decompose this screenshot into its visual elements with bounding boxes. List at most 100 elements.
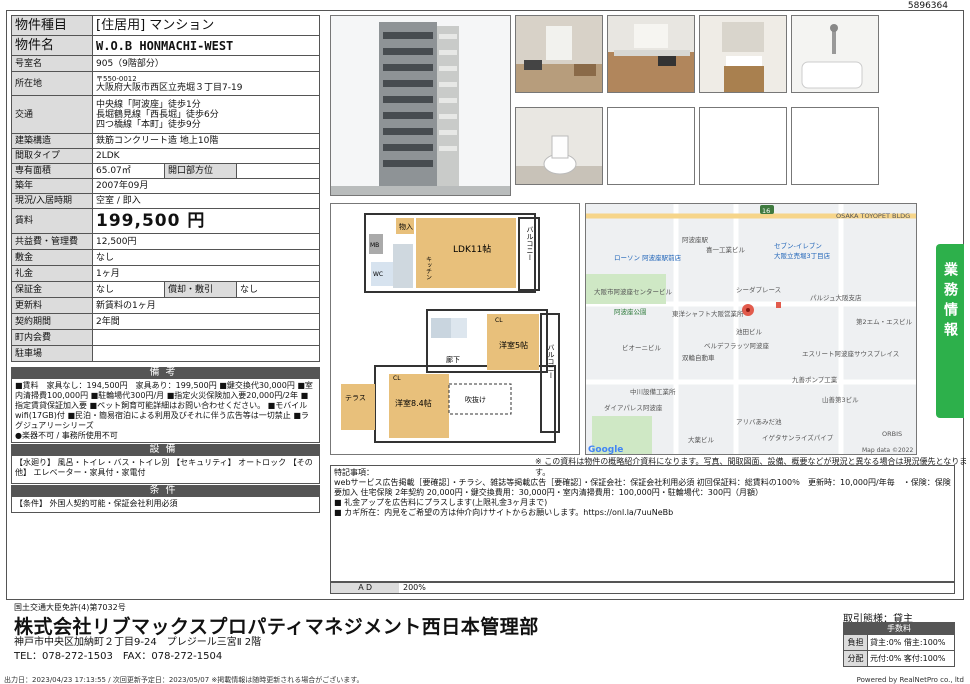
property-table: 物件種目 [住居用] マンション 物件名 W.O.B HONMACHI-WEST…: [11, 15, 320, 362]
side-tab-label: 業務情報: [942, 262, 958, 342]
label-type: 物件種目: [11, 15, 93, 36]
label-mgmt-fee: 共益費・管理費: [11, 233, 93, 250]
label-amortization: 償却・敷引: [164, 281, 237, 298]
map-attribution: Map data ©2022: [862, 447, 913, 454]
remarks-heading: 備考: [11, 367, 320, 379]
value-key-money: 1ヶ月: [92, 265, 320, 282]
remarks-body: ■賃料 家具なし：194,500円 家具あり：199,500円 ■鍵交換代30,…: [11, 379, 320, 443]
label-name: 物件名: [11, 35, 93, 56]
fp-label-kitchen: キッチン: [425, 256, 432, 280]
label-area: 専有面積: [11, 163, 93, 179]
value-mgmt-fee: 12,500円: [92, 233, 320, 250]
notes-title: 特記事項：: [334, 468, 374, 477]
map-label: 池田ビル: [736, 327, 763, 336]
map-google-logo: Google: [588, 445, 623, 455]
label-key-money: 礼金: [11, 265, 93, 282]
conditions-heading: 条件: [11, 485, 320, 497]
access-line: 中央線「阿波座」徒歩1分: [96, 99, 201, 110]
value-community-fee: [92, 329, 320, 346]
address-text: 大阪府大阪市西区立売堀３丁目7-19: [96, 82, 243, 93]
fp-label-ldk: LDK11帖: [453, 243, 491, 255]
equipment-heading: 設備: [11, 444, 320, 456]
conditions-body: 【条件】 外国人契約可能・保証会社利用必須: [11, 497, 320, 513]
label-address: 所在地: [11, 71, 93, 96]
map-label: アリバあみだ池: [736, 417, 782, 426]
map-label: イゲタサンライズパイプ: [762, 433, 834, 442]
ad-label: ＡＤ: [331, 583, 399, 593]
value-amortization: なし: [236, 281, 320, 298]
map-label: 大阪市阿波座センタービル: [594, 287, 673, 296]
floor-plan[interactable]: LDK11帖 バルコニー 物入 MB WC キッチン 洋室5帖 洋室8.4帖 テ…: [330, 203, 580, 455]
value-name: W.O.B HONMACHI-WEST: [92, 35, 320, 56]
fp-label-hall: 廊下: [446, 355, 460, 364]
label-deposit: 敷金: [11, 249, 93, 266]
special-notes: 特記事項： webサービス広告掲載［要確認］・チラシ、雑誌等掲載広告［要確認］・…: [330, 465, 955, 582]
label-structure: 建築構造: [11, 133, 93, 149]
fp-label-wc: WC: [373, 271, 383, 278]
map-label: 九善ポンプ工業: [792, 375, 838, 384]
map-label: 中川設備工業所: [630, 387, 676, 396]
value-layout: 2LDK: [92, 148, 320, 164]
value-built: 2007年09月: [92, 178, 320, 194]
company-phone: TEL：078-272-1503 FAX：078-272-1504: [14, 651, 223, 662]
label-parking: 駐車場: [11, 345, 93, 362]
map-label: ローソン 阿波座駅前店: [614, 253, 682, 262]
remarks-text-2: ●楽器不可 / 事務所使用不可: [15, 431, 118, 440]
location-map[interactable]: 16 阿波座駅 喜一工業ビル ローソン 阿波座駅前店 セブン-イレブン 大阪立売…: [585, 203, 917, 455]
value-access: 中央線「阿波座」徒歩1分 長堀鶴見線「西長堀」徒歩6分 四つ橋線「本町」徒歩9分: [92, 95, 320, 134]
map-label: 双輪自動車: [682, 353, 715, 362]
notes-line: ■ カギ所在：内見をご希望の方は仲介向けサイトからお願いします。https://…: [334, 508, 674, 517]
value-guarantee: なし: [92, 281, 165, 298]
map-label: パルジュ大阪支店: [810, 293, 862, 302]
ad-value: 200%: [403, 583, 426, 592]
label-built: 築年: [11, 178, 93, 194]
label-rent: 賃料: [11, 208, 93, 234]
photo-living-room[interactable]: [515, 15, 603, 93]
remarks-text: ■賃料 家具なし：194,500円 家具あり：199,500円 ■鍵交換代30,…: [15, 381, 313, 430]
photo-empty-2: [699, 107, 787, 185]
map-route-number: 16: [762, 207, 770, 215]
map-label: ORBIS: [882, 430, 902, 438]
fp-label-void: 吹抜け: [465, 395, 486, 404]
fp-label-balcony-1: バルコニー: [526, 226, 534, 261]
business-info-tab[interactable]: 業務情報: [936, 244, 964, 418]
photo-washroom[interactable]: [699, 15, 787, 93]
access-line: 四つ橋線「本町」徒歩9分: [96, 119, 201, 130]
commission-row-label: 分配: [843, 650, 868, 667]
value-type: [住居用] マンション: [92, 15, 320, 36]
photo-kitchen[interactable]: [607, 15, 695, 93]
value-contract: 2年間: [92, 313, 320, 330]
map-label: 大薬ビル: [688, 435, 715, 444]
label-layout: 間取タイプ: [11, 148, 93, 164]
map-label: エスリート阿波座サウスプレイス: [802, 349, 899, 358]
fp-label-storage: 物入: [399, 222, 413, 231]
label-guarantee: 保証金: [11, 281, 93, 298]
map-label: ベルデフラッツ阿波座: [704, 341, 770, 350]
photo-toilet[interactable]: [515, 107, 603, 185]
powered-by: Powered by RealNetPro co., ltd: [856, 676, 964, 684]
fp-label-balcony-2: バルコニー: [547, 344, 555, 379]
label-status: 現況/入居時期: [11, 193, 93, 209]
map-label: ダイアパレス阿波座: [604, 403, 663, 412]
notes-line: ■ 礼金アップを広告料にプラスします(上限礼金3ヶ月まで): [334, 498, 548, 507]
label-direction: 開口部方位: [164, 163, 237, 179]
value-area: 65.07㎡: [92, 163, 165, 179]
map-label: OSAKA TOYOPET BLDG: [836, 212, 910, 220]
value-structure: 鉄筋コンクリート造 地上10階: [92, 133, 320, 149]
commission-row-value: 貸主:0% 借主:100%: [867, 634, 955, 651]
map-label: 山善第3ビル: [822, 395, 859, 404]
value-rent: 199,500 円: [92, 208, 320, 234]
photo-empty-1: [607, 107, 695, 185]
map-label: 大阪立売堀3丁目店: [774, 251, 831, 260]
fp-label-mb: MB: [370, 242, 379, 249]
print-footer: 出力日：2023/04/23 17:13:55 / 次回更新予定日：2023/0…: [0, 676, 970, 684]
value-status: 空室 / 即入: [92, 193, 320, 209]
fp-label-terrace: テラス: [345, 394, 366, 402]
print-date: 出力日：2023/04/23 17:13:55 / 次回更新予定日：2023/0…: [4, 676, 364, 684]
value-deposit: なし: [92, 249, 320, 266]
value-room: 905（9階部分）: [92, 55, 320, 72]
photo-bathroom[interactable]: [791, 15, 879, 93]
commission-heading: 手数料: [843, 622, 955, 635]
label-community-fee: 町内会費: [11, 329, 93, 346]
building-photo[interactable]: [330, 15, 511, 196]
